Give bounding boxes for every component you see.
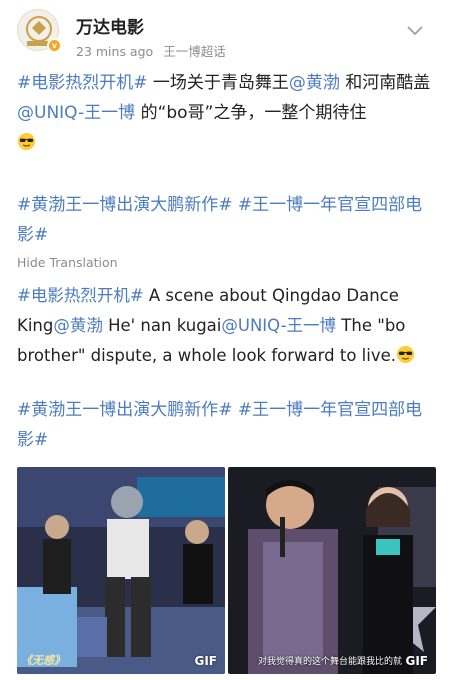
post-time: 23 mins ago: [76, 44, 154, 59]
text-segment: He' nan kugai: [102, 316, 222, 335]
stage-performers-image: [228, 467, 436, 674]
video-subtitle: 对我觉得真的这个舞台能跟我比的就: [258, 657, 403, 667]
avatar[interactable]: v: [17, 9, 62, 53]
gif-thumbnail-stage[interactable]: 对我觉得真的这个舞台能跟我比的就 GIF: [228, 467, 436, 674]
hide-translation-button[interactable]: Hide Translation: [17, 255, 118, 270]
post-text-translation: #电影热烈开机# A scene about Qingdao Dance Kin…: [17, 281, 437, 371]
post-text-original: #电影热烈开机# 一场关于青岛舞王@黄渤 和河南酷盖 @UNIQ-王一博 的“bo…: [17, 68, 437, 158]
dance-stage-image: [17, 467, 225, 674]
post-source[interactable]: 王一博超话: [163, 44, 226, 59]
mention-link[interactable]: @UNIQ-王一博: [221, 316, 336, 335]
chevron-down-icon[interactable]: [407, 26, 423, 36]
show-caption: 《无感》: [21, 654, 65, 667]
topic-link[interactable]: #电影热烈开机#: [17, 73, 148, 93]
sunglasses-emoji-icon: [17, 132, 36, 151]
author-name[interactable]: 万达电影: [76, 13, 144, 38]
text-segment: 和河南酷盖: [339, 73, 431, 93]
post-tags-translation: #黄渤王一博出演大鹏新作# #王一博一年官宣四部电影#: [17, 395, 437, 455]
verified-badge-icon: v: [47, 38, 62, 53]
topic-link[interactable]: #黄渤王一博出演大鹏新作#: [17, 195, 233, 215]
post-header: v 万达电影 23 mins ago 王一博超话: [0, 0, 451, 64]
gif-thumbnail-dance[interactable]: 《无感》 GIF: [17, 467, 225, 674]
mention-link[interactable]: @UNIQ-王一博: [17, 103, 135, 123]
mention-link[interactable]: @黄渤: [53, 316, 103, 335]
gif-badge: GIF: [405, 654, 428, 668]
text-segment: 的“bo哥”之争，一整个期待住: [135, 103, 367, 123]
topic-link[interactable]: #电影热烈开机#: [17, 286, 144, 305]
topic-link[interactable]: #黄渤王一博出演大鹏新作#: [17, 400, 233, 420]
gif-badge: GIF: [194, 654, 217, 668]
post-tags-original: #黄渤王一博出演大鹏新作# #王一博一年官宣四部电影#: [17, 190, 437, 250]
mention-link[interactable]: @黄渤: [289, 73, 340, 93]
post-meta: 23 mins ago 王一博超话: [76, 41, 226, 60]
text-segment: 一场关于青岛舞王: [147, 73, 289, 93]
sunglasses-emoji-icon: [396, 345, 415, 364]
